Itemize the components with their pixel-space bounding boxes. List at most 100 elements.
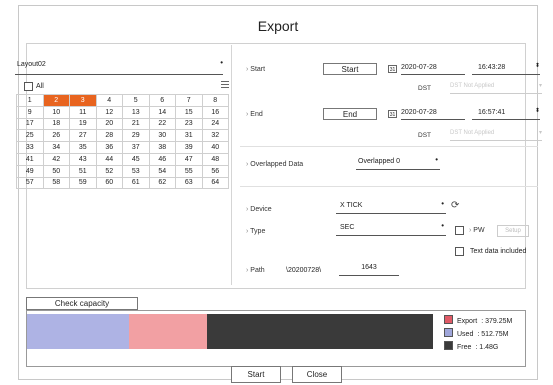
channel-cell[interactable]: 55 bbox=[175, 164, 203, 178]
spinner-icon[interactable]: ⬍ bbox=[535, 62, 540, 69]
channel-cell[interactable]: 20 bbox=[95, 117, 123, 131]
layout-select[interactable]: Layout02 • bbox=[15, 58, 223, 75]
text-data-checkbox[interactable] bbox=[455, 247, 464, 256]
legend-value: : 512.75M bbox=[477, 331, 509, 338]
channel-cell[interactable]: 23 bbox=[175, 117, 203, 131]
channel-cell[interactable]: 49 bbox=[16, 164, 44, 178]
capacity-export-bar bbox=[129, 314, 207, 349]
channel-cell[interactable]: 4 bbox=[95, 94, 123, 107]
channel-cell[interactable]: 11 bbox=[69, 105, 97, 119]
channel-cell[interactable]: 47 bbox=[175, 152, 203, 166]
channel-cell[interactable]: 64 bbox=[201, 176, 229, 190]
start-date-field[interactable]: 2020-07-28 bbox=[401, 64, 465, 75]
end-date-field[interactable]: 2020-07-28 bbox=[401, 109, 465, 120]
channel-cell[interactable]: 10 bbox=[42, 105, 70, 119]
channel-cell[interactable]: 13 bbox=[122, 105, 150, 119]
channel-cell[interactable]: 5 bbox=[122, 94, 150, 107]
capacity-used-bar bbox=[27, 314, 129, 349]
channel-cell[interactable]: 57 bbox=[16, 176, 44, 190]
start-dst-select[interactable]: DST Not Applied ▾ bbox=[450, 83, 542, 94]
end-time-button[interactable]: End bbox=[323, 108, 377, 120]
channel-cell[interactable]: 37 bbox=[122, 141, 150, 154]
channel-cell[interactable]: 15 bbox=[175, 105, 203, 119]
type-label: Type bbox=[246, 228, 265, 235]
list-view-icon[interactable] bbox=[221, 81, 229, 89]
device-select[interactable]: X TICK • bbox=[336, 199, 446, 214]
check-capacity-button[interactable]: Check capacity bbox=[26, 297, 138, 310]
channel-cell[interactable]: 16 bbox=[201, 105, 229, 119]
overlapped-select[interactable]: Overlapped 0 • bbox=[356, 155, 440, 170]
channel-cell[interactable]: 25 bbox=[16, 129, 44, 143]
channel-cell[interactable]: 21 bbox=[122, 117, 150, 131]
end-dst-select[interactable]: DST Not Applied ▾ bbox=[450, 130, 542, 141]
spinner-icon[interactable]: ⬍ bbox=[535, 107, 540, 114]
close-button[interactable]: Close bbox=[292, 366, 342, 383]
channel-cell[interactable]: 28 bbox=[95, 129, 123, 143]
all-checkbox[interactable] bbox=[24, 82, 33, 91]
channel-cell[interactable]: 17 bbox=[16, 117, 44, 131]
channel-cell[interactable]: 2 bbox=[42, 94, 70, 107]
channel-cell[interactable]: 7 bbox=[175, 94, 203, 107]
channel-cell[interactable]: 34 bbox=[42, 141, 70, 154]
dropdown-arrow-icon: • bbox=[441, 199, 444, 208]
channel-cell[interactable]: 22 bbox=[148, 117, 176, 131]
channel-cell[interactable]: 33 bbox=[16, 141, 44, 154]
channel-cell[interactable]: 62 bbox=[148, 176, 176, 190]
channel-cell[interactable]: 19 bbox=[69, 117, 97, 131]
channel-cell[interactable]: 59 bbox=[69, 176, 97, 190]
channel-cell[interactable]: 40 bbox=[201, 141, 229, 154]
channel-cell[interactable]: 44 bbox=[95, 152, 123, 166]
channel-cell[interactable]: 42 bbox=[42, 152, 70, 166]
channel-cell[interactable]: 31 bbox=[175, 129, 203, 143]
channel-cell[interactable]: 48 bbox=[201, 152, 229, 166]
end-time-field[interactable]: 16:57:41 ⬍ bbox=[472, 107, 540, 120]
channel-cell[interactable]: 30 bbox=[148, 129, 176, 143]
channel-cell[interactable]: 35 bbox=[69, 141, 97, 154]
channel-cell[interactable]: 56 bbox=[201, 164, 229, 178]
channel-cell[interactable]: 46 bbox=[148, 152, 176, 166]
channel-row: 17 18 19 20 21 22 23 24 bbox=[16, 117, 229, 131]
setup-button[interactable]: Setup bbox=[497, 225, 529, 237]
channel-cell[interactable]: 50 bbox=[42, 164, 70, 178]
channel-cell[interactable]: 29 bbox=[122, 129, 150, 143]
channel-cell[interactable]: 41 bbox=[16, 152, 44, 166]
channel-cell[interactable]: 63 bbox=[175, 176, 203, 190]
channel-row: 57 58 59 60 61 62 63 64 bbox=[16, 176, 229, 190]
path-input[interactable]: 1643 bbox=[339, 264, 399, 276]
channel-cell[interactable]: 61 bbox=[122, 176, 150, 190]
channel-cell[interactable]: 14 bbox=[148, 105, 176, 119]
channel-cell[interactable]: 9 bbox=[16, 105, 44, 119]
refresh-icon[interactable]: ⟳ bbox=[451, 200, 459, 211]
channel-cell[interactable]: 36 bbox=[95, 141, 123, 154]
channel-cell[interactable]: 6 bbox=[148, 94, 176, 107]
start-button[interactable]: Start bbox=[231, 366, 281, 383]
channel-row: 25 26 27 28 29 30 31 32 bbox=[16, 129, 229, 143]
channel-cell[interactable]: 38 bbox=[148, 141, 176, 154]
channel-cell[interactable]: 53 bbox=[122, 164, 150, 178]
type-select[interactable]: SEC • bbox=[336, 221, 446, 236]
channel-cell[interactable]: 43 bbox=[69, 152, 97, 166]
start-time-button[interactable]: Start bbox=[323, 63, 377, 75]
channel-cell[interactable]: 3 bbox=[69, 94, 97, 107]
channel-cell[interactable]: 26 bbox=[42, 129, 70, 143]
channel-cell[interactable]: 60 bbox=[95, 176, 123, 190]
channel-cell[interactable]: 58 bbox=[42, 176, 70, 190]
channel-cell[interactable]: 51 bbox=[69, 164, 97, 178]
text-data-label: Text data included bbox=[470, 248, 527, 255]
calendar-icon[interactable]: 31 bbox=[388, 110, 397, 118]
channel-cell[interactable]: 12 bbox=[95, 105, 123, 119]
channel-cell[interactable]: 52 bbox=[95, 164, 123, 178]
channel-cell[interactable]: 1 bbox=[16, 94, 44, 107]
start-time-field[interactable]: 16:43:28 ⬍ bbox=[472, 62, 540, 75]
channel-cell[interactable]: 39 bbox=[175, 141, 203, 154]
pw-checkbox[interactable] bbox=[455, 226, 464, 235]
calendar-icon[interactable]: 31 bbox=[388, 65, 397, 73]
channel-cell[interactable]: 54 bbox=[148, 164, 176, 178]
channel-cell[interactable]: 24 bbox=[201, 117, 229, 131]
channel-cell[interactable]: 32 bbox=[201, 129, 229, 143]
channel-cell[interactable]: 45 bbox=[122, 152, 150, 166]
channel-cell[interactable]: 18 bbox=[42, 117, 70, 131]
channel-cell[interactable]: 27 bbox=[69, 129, 97, 143]
end-label: End bbox=[246, 111, 262, 118]
channel-cell[interactable]: 8 bbox=[201, 94, 229, 107]
